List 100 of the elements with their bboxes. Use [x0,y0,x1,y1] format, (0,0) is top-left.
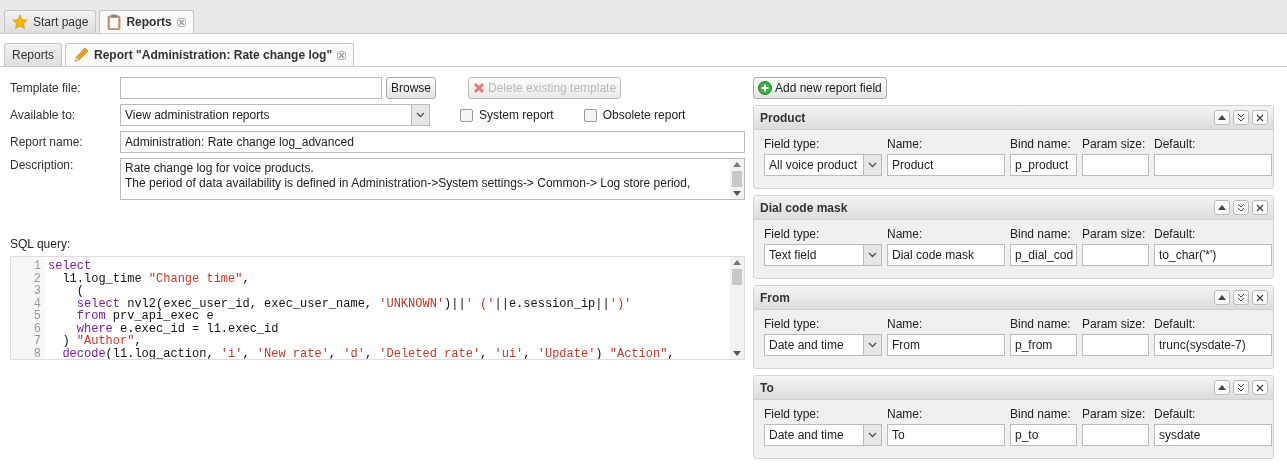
text-area[interactable]: Rate change log for voice products. The period of data availability is defined in Administration->System settings-> Common-> Log store period, [120,158,745,200]
input-field[interactable]: Administration: Rate change log_advanced [120,131,745,153]
field-label: Available to: [10,108,77,122]
tab[interactable]: Report "Administration: Rate change log" [65,43,355,66]
caret-icon [868,252,877,258]
close-button[interactable] [1252,200,1268,215]
field-label: Default: [1154,317,1197,331]
input-field[interactable]: p_product [1010,154,1077,176]
scroll-down-icon[interactable] [733,351,741,356]
close-icon [1256,113,1264,122]
field-label: Name: [887,227,924,241]
field-label: Default: [1154,137,1197,151]
input-field[interactable]: p_dial_cod [1010,244,1077,266]
checkbox[interactable] [583,108,597,122]
double-chevron-down-icon [1237,203,1245,212]
panel-title: From [760,290,790,305]
triangle-up-icon [1218,205,1226,210]
field-label: Bind name: [1010,137,1072,151]
dropdown[interactable]: All voice product [764,154,882,176]
field-label: Bind name: [1010,227,1072,241]
field-label: Description: [10,158,75,172]
move-down-button[interactable] [1233,290,1249,305]
add-field-button[interactable]: Add new report field [753,77,887,99]
input-field[interactable]: From [887,334,1005,356]
field-label: Template file: [10,81,82,95]
field-label: Default: [1154,227,1197,241]
input-field[interactable] [1082,244,1149,266]
dropdown[interactable]: Date and time [764,424,882,446]
checkbox-label: System report [479,108,554,122]
dropdown[interactable]: Text field [764,244,882,266]
field-label: Param size: [1082,317,1147,331]
delete-icon [473,82,485,94]
input-field[interactable]: To [887,424,1005,446]
move-up-button[interactable] [1214,380,1230,395]
field-label: Default: [1154,407,1197,421]
close-icon[interactable] [337,50,347,60]
triangle-up-icon [1218,385,1226,390]
field-label: Name: [887,407,924,421]
input-field[interactable] [1082,334,1149,356]
input-field[interactable]: trunc(sysdate-7) [1154,334,1272,356]
scroll-down-icon[interactable] [733,191,741,196]
input-field[interactable]: to_char('*') [1154,244,1272,266]
tab[interactable]: Reports [99,10,194,33]
checkbox[interactable] [460,108,473,122]
clipboard-icon [107,14,122,30]
input-field[interactable]: sysdate [1154,424,1272,446]
double-chevron-down-icon [1237,113,1245,122]
move-up-button[interactable] [1214,110,1230,125]
move-up-button[interactable] [1214,200,1230,215]
move-down-button[interactable] [1233,380,1249,395]
tab[interactable]: Reports [4,43,63,66]
field-label: Param size: [1082,227,1147,241]
field-label: Field type: [764,227,821,241]
field-label: Name: [887,137,924,151]
input-field[interactable]: Dial code mask [887,244,1005,266]
triangle-up-icon [1218,115,1226,120]
move-up-button[interactable] [1214,290,1230,305]
input-field[interactable] [120,77,382,99]
code-editor[interactable]: 1 2 3 4 5 6 7 8 select l1.log_time "Change time", ( select nvl2(exec_user_id, exec_user_name, 'UNKNOWN')||' ('||e.session_ip||')' from prv_api_exec e where e.exec_id = l1.exec_id ) "Author", decode(l1.log_action, 'i', 'New rate', 'd', 'Deleted rate', 'ui', 'Update') "Action", [10,256,745,360]
field-label: Param size: [1082,407,1147,421]
field-label: Bind name: [1010,317,1072,331]
double-chevron-down-icon [1237,293,1245,302]
caret-icon [868,162,877,168]
caret-icon [868,342,877,348]
field-label: Field type: [764,317,821,331]
close-icon [1256,203,1264,212]
pencil-icon [73,47,90,63]
close-button[interactable] [1252,290,1268,305]
dropdown[interactable]: View administration reports [120,104,430,126]
browse-button[interactable]: Browse [386,77,436,99]
checkbox-label: Obsolete report [602,108,686,122]
input-field[interactable]: p_from [1010,334,1077,356]
caret-icon [868,432,877,438]
field-label: Field type: [764,407,821,421]
input-field[interactable] [1082,424,1149,446]
move-down-button[interactable] [1233,200,1249,215]
caret-icon [416,112,425,118]
plus-icon [758,81,772,95]
close-button[interactable] [1252,380,1268,395]
close-icon [1256,383,1264,392]
scrollbar-thumb[interactable] [732,269,742,285]
input-field[interactable] [1154,154,1272,176]
input-field[interactable]: Product [887,154,1005,176]
field-label: SQL query: [10,237,72,251]
panel-title: Product [760,110,806,125]
scroll-up-icon[interactable] [733,162,741,167]
field-label: Report name: [10,135,84,149]
scrollbar-thumb[interactable] [732,171,742,187]
field-label: Bind name: [1010,407,1072,421]
scroll-up-icon[interactable] [733,260,741,265]
dropdown[interactable]: Date and time [764,334,882,356]
input-field[interactable]: p_to [1010,424,1077,446]
field-label: Field type: [764,137,821,151]
move-down-button[interactable] [1233,110,1249,125]
field-label: Name: [887,317,924,331]
tab[interactable]: Start page [4,10,97,33]
close-button[interactable] [1252,110,1268,125]
field-label: Param size: [1082,137,1147,151]
close-icon[interactable] [176,17,186,27]
input-field[interactable] [1082,154,1149,176]
